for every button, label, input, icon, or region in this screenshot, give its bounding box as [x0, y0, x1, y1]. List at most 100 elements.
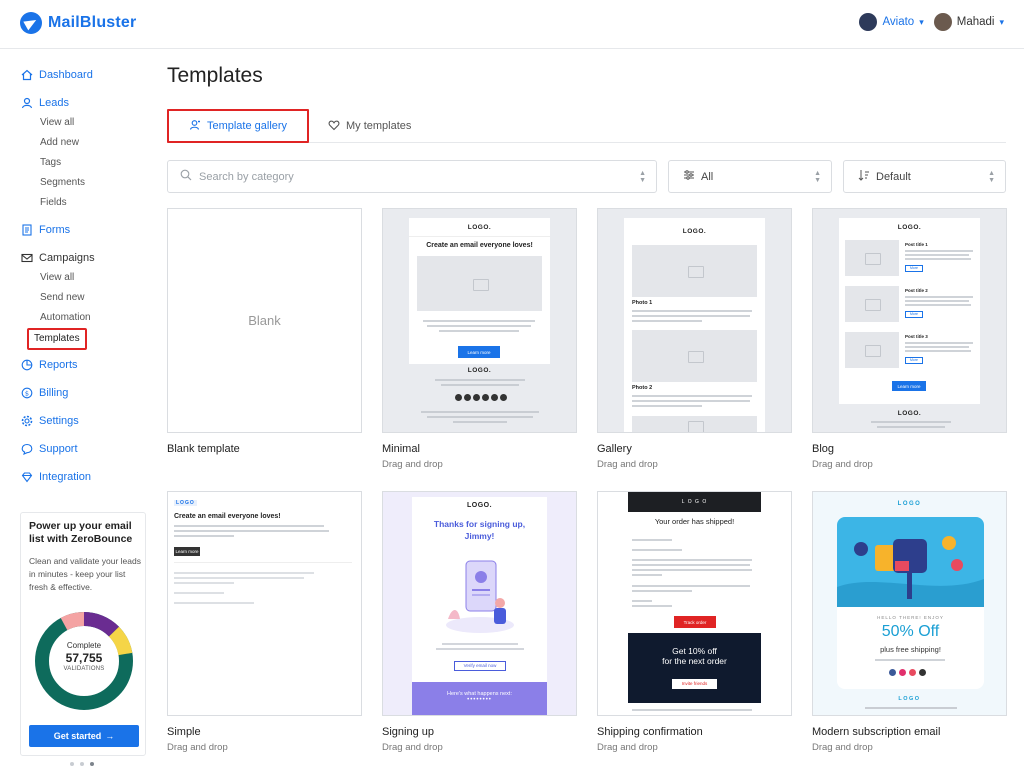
dollar-icon: $: [20, 387, 33, 400]
brand-name: MailBluster: [48, 14, 137, 31]
template-name[interactable]: Modern subscription email: [812, 726, 940, 738]
template-name[interactable]: Shipping confirmation: [597, 726, 703, 738]
sidebar-item-settings[interactable]: Settings: [20, 411, 150, 431]
donut-bottom-label: VALIDATIONS: [63, 666, 105, 672]
user-name: Mahadi: [956, 16, 995, 28]
sort-arrows-icon: ▲ ▼: [639, 170, 646, 184]
mail-icon: [20, 252, 33, 265]
search-icon: [180, 168, 192, 186]
template-type: Drag and drop: [382, 459, 443, 470]
offer-text: 50% Off: [881, 623, 940, 640]
promo-line-2: for the next order: [662, 656, 727, 666]
sidebar-sub-tags[interactable]: Tags: [20, 153, 150, 173]
sidebar-item-reports[interactable]: Reports: [20, 355, 150, 375]
donut-top-label: Complete: [66, 641, 102, 650]
mailbluster-logo[interactable]: MailBluster: [20, 12, 136, 34]
template-thumbnail[interactable]: LOGO HELLO THERE! ENJOY 50% Off plus fre…: [812, 491, 1007, 716]
email-headline: Create an email everyone loves!: [426, 242, 533, 249]
sidebar-sub-send-new[interactable]: Send new: [20, 288, 150, 308]
email-logo: L O G O: [681, 499, 708, 505]
email-logo: LOGO.: [682, 228, 707, 235]
sidebar-sub-add-new[interactable]: Add new: [20, 133, 150, 153]
filter-sliders-icon: [683, 169, 695, 184]
template-thumbnail[interactable]: LOGO. Post title 1 More Post title 2 Mor…: [812, 208, 1007, 433]
promo-carousel-dots: [70, 762, 94, 766]
org-name: Aviato: [882, 16, 915, 28]
template-thumbnail[interactable]: L O G O Your order has shipped! Track or…: [597, 491, 792, 716]
sidebar-sub-fields[interactable]: Fields: [20, 193, 150, 213]
offer-subtext: plus free shipping!: [880, 645, 941, 654]
sidebar-item-dashboard[interactable]: Dashboard: [20, 65, 150, 85]
sidebar-item-forms[interactable]: Forms: [20, 220, 150, 240]
sidebar-sub-segments[interactable]: Segments: [20, 173, 150, 193]
photo-caption: Photo 2: [632, 385, 653, 391]
search-input[interactable]: [199, 170, 599, 183]
sidebar-sub-view-all[interactable]: View all: [20, 268, 150, 288]
invite-button: Invite friends: [672, 679, 717, 689]
carousel-dot[interactable]: [70, 762, 74, 766]
signup-illustration: [446, 560, 514, 633]
sidebar-sub-automation[interactable]: Automation: [20, 308, 150, 328]
email-button: Track order: [674, 616, 716, 628]
post-title: Post title 3: [905, 334, 928, 339]
sidebar-item-integration[interactable]: Integration: [20, 467, 150, 487]
top-bar: MailBluster Aviato ▾ Mahadi ▾: [0, 0, 1024, 49]
template-thumbnail[interactable]: LOGO. Create an email everyone loves! Le…: [382, 208, 577, 433]
sidebar-item-label: Forms: [39, 224, 71, 236]
template-thumbnail[interactable]: LOGO. Thanks for signing up, Jimmy! Veri…: [382, 491, 577, 716]
sort-descending-icon: [858, 169, 870, 184]
sidebar-item-billing[interactable]: $ Billing: [20, 383, 150, 403]
email-logo: LOGO.: [466, 502, 493, 509]
email-headline: Create an email everyone loves!: [174, 513, 281, 520]
template-name[interactable]: Simple: [167, 726, 201, 738]
tab-my-templates[interactable]: My templates: [328, 109, 411, 143]
template-name[interactable]: Minimal: [382, 443, 420, 455]
sidebar-item-label: Billing: [39, 387, 69, 399]
sidebar-item-label: Leads: [39, 97, 69, 109]
email-headline: Thanks for signing up, Jimmy!: [433, 519, 526, 541]
email-button: Learn more: [458, 346, 500, 358]
sidebar-sub-templates[interactable]: Templates: [27, 328, 87, 350]
template-thumbnail[interactable]: LOGO. Photo 1 Photo 2: [597, 208, 792, 433]
blank-label: Blank: [248, 313, 281, 328]
chevron-down-icon: ▾: [999, 16, 1004, 27]
sidebar-sub-view-all[interactable]: View all: [20, 113, 150, 133]
template-type: Drag and drop: [812, 742, 873, 753]
category-filter-select[interactable]: All ▲ ▼: [668, 160, 832, 193]
footer-logo: LOGO: [898, 696, 921, 702]
email-logo: LOGO.: [467, 224, 492, 231]
email-logo: LOGO: [897, 501, 922, 507]
template-name[interactable]: Blank template: [167, 443, 240, 455]
sort-value: Default: [876, 170, 911, 183]
home-icon: [20, 69, 33, 82]
template-name[interactable]: Gallery: [597, 443, 632, 455]
zerobounce-promo-card: Power up your email list with ZeroBounce…: [20, 512, 146, 756]
sort-select[interactable]: Default ▲ ▼: [843, 160, 1006, 193]
get-started-button[interactable]: Get started →: [29, 725, 139, 747]
template-name[interactable]: Signing up: [382, 726, 434, 738]
image-placeholder-icon: [417, 256, 542, 311]
template-thumbnail[interactable]: Blank: [167, 208, 362, 433]
category-search[interactable]: ▲▼: [167, 160, 657, 193]
tab-template-gallery[interactable]: Template gallery: [167, 109, 309, 143]
sidebar-item-campaigns[interactable]: Campaigns: [20, 248, 150, 268]
sidebar-item-support[interactable]: Support: [20, 439, 150, 459]
template-thumbnail[interactable]: LOGO Create an email everyone loves! Lea…: [167, 491, 362, 716]
page-title: Templates: [167, 64, 263, 87]
email-button: Learn more: [892, 381, 926, 391]
template-type: Drag and drop: [382, 742, 443, 753]
sidebar-item-label: Support: [39, 443, 78, 455]
gear-icon: [20, 415, 33, 428]
footer-logo: LOGO.: [897, 410, 922, 417]
carousel-dot[interactable]: [80, 762, 84, 766]
sidebar-item-leads[interactable]: Leads: [20, 93, 150, 113]
category-filter-value: All: [701, 170, 714, 183]
donut-value: 57,755: [65, 651, 103, 665]
gallery-user-icon: [189, 119, 201, 134]
carousel-dot-active[interactable]: [90, 762, 94, 766]
org-avatar: [859, 13, 878, 31]
user-menu[interactable]: Mahadi ▾: [933, 13, 1004, 31]
user-icon: [20, 97, 33, 110]
template-name[interactable]: Blog: [812, 443, 834, 455]
org-switcher[interactable]: Aviato ▾: [859, 13, 924, 31]
